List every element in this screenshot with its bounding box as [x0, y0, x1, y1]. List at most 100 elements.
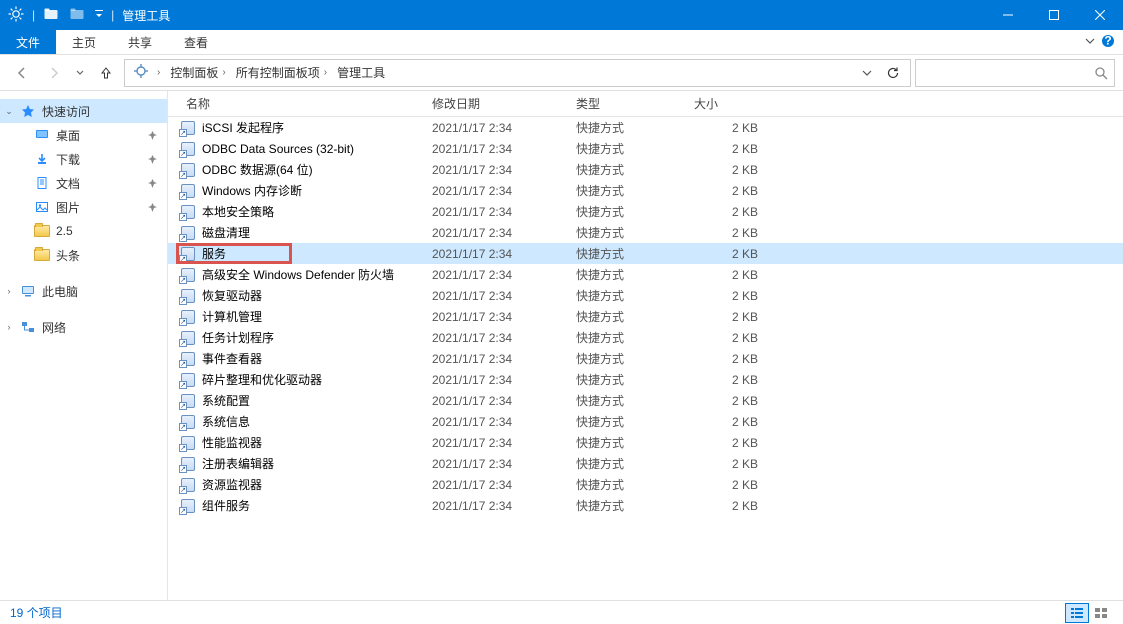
file-row[interactable]: ↗iSCSI 发起程序2021/1/17 2:34快捷方式2 KB: [168, 117, 1123, 138]
history-dropdown[interactable]: [72, 69, 88, 77]
pin-icon: [147, 130, 157, 140]
maximize-button[interactable]: [1031, 0, 1077, 30]
tab-home[interactable]: 主页: [56, 30, 112, 54]
folder-icon: [34, 223, 50, 239]
search-box[interactable]: [915, 59, 1115, 87]
help-icon[interactable]: ?: [1101, 34, 1115, 51]
back-button[interactable]: [8, 59, 36, 87]
file-name: ODBC Data Sources (32-bit): [202, 142, 354, 156]
nav-item-桌面[interactable]: 桌面: [0, 123, 167, 147]
nav-item-下载[interactable]: 下载: [0, 147, 167, 171]
file-type: 快捷方式: [576, 455, 694, 472]
file-row[interactable]: ↗Windows 内存诊断2021/1/17 2:34快捷方式2 KB: [168, 180, 1123, 201]
file-type: 快捷方式: [576, 119, 694, 136]
file-date: 2021/1/17 2:34: [432, 331, 576, 345]
view-large-icons-button[interactable]: [1089, 603, 1113, 623]
shortcut-icon: ↗: [180, 120, 196, 136]
file-row[interactable]: ↗恢复驱动器2021/1/17 2:34快捷方式2 KB: [168, 285, 1123, 306]
file-name: 恢复驱动器: [202, 287, 262, 304]
close-button[interactable]: [1077, 0, 1123, 30]
pin-icon: [147, 202, 157, 212]
file-row[interactable]: ↗本地安全策略2021/1/17 2:34快捷方式2 KB: [168, 201, 1123, 222]
file-row[interactable]: ↗服务2021/1/17 2:34快捷方式2 KB: [168, 243, 1123, 264]
chevron-right-icon[interactable]: ›: [222, 67, 225, 78]
column-type[interactable]: 类型: [576, 95, 694, 112]
nav-item-2.5[interactable]: 2.5: [0, 219, 167, 243]
tab-file[interactable]: 文件: [0, 30, 56, 54]
file-date: 2021/1/17 2:34: [432, 226, 576, 240]
file-date: 2021/1/17 2:34: [432, 289, 576, 303]
file-date: 2021/1/17 2:34: [432, 268, 576, 282]
file-name: 资源监视器: [202, 476, 262, 493]
file-name: Windows 内存诊断: [202, 182, 302, 199]
file-row[interactable]: ↗系统配置2021/1/17 2:34快捷方式2 KB: [168, 390, 1123, 411]
minimize-button[interactable]: [985, 0, 1031, 30]
column-headers: 名称 修改日期 类型 大小: [168, 91, 1123, 117]
content-area: 名称 修改日期 类型 大小 ↗iSCSI 发起程序2021/1/17 2:34快…: [168, 91, 1123, 600]
nav-quick-access[interactable]: ⌄ 快速访问: [0, 99, 167, 123]
file-name: 任务计划程序: [202, 329, 274, 346]
file-name: 系统信息: [202, 413, 250, 430]
nav-this-pc[interactable]: › 此电脑: [0, 279, 167, 303]
shortcut-icon: ↗: [180, 393, 196, 409]
file-row[interactable]: ↗计算机管理2021/1/17 2:34快捷方式2 KB: [168, 306, 1123, 327]
address-dropdown[interactable]: [854, 60, 880, 86]
file-name: 注册表编辑器: [202, 455, 274, 472]
chevron-right-icon[interactable]: ›: [324, 67, 327, 78]
up-button[interactable]: [92, 59, 120, 87]
file-date: 2021/1/17 2:34: [432, 478, 576, 492]
file-row[interactable]: ↗事件查看器2021/1/17 2:34快捷方式2 KB: [168, 348, 1123, 369]
nav-item-图片[interactable]: 图片: [0, 195, 167, 219]
file-row[interactable]: ↗ODBC 数据源(64 位)2021/1/17 2:34快捷方式2 KB: [168, 159, 1123, 180]
shortcut-icon: ↗: [180, 477, 196, 493]
file-row[interactable]: ↗碎片整理和优化驱动器2021/1/17 2:34快捷方式2 KB: [168, 369, 1123, 390]
nav-item-头条[interactable]: 头条: [0, 243, 167, 267]
file-row[interactable]: ↗ODBC Data Sources (32-bit)2021/1/17 2:3…: [168, 138, 1123, 159]
file-row[interactable]: ↗组件服务2021/1/17 2:34快捷方式2 KB: [168, 495, 1123, 516]
qat-folder-icon[interactable]: [39, 6, 63, 25]
nav-network[interactable]: › 网络: [0, 315, 167, 339]
file-size: 2 KB: [694, 142, 764, 156]
refresh-button[interactable]: [880, 60, 906, 86]
status-bar: 19 个项目: [0, 600, 1123, 624]
file-type: 快捷方式: [576, 140, 694, 157]
search-input[interactable]: [922, 66, 1094, 80]
nav-label: 快速访问: [42, 103, 90, 120]
crumb-all-items[interactable]: 所有控制面板项›: [232, 64, 331, 81]
address-bar[interactable]: › 控制面板› 所有控制面板项› 管理工具: [124, 59, 911, 87]
view-details-button[interactable]: [1065, 603, 1089, 623]
tab-view[interactable]: 查看: [168, 30, 224, 54]
file-size: 2 KB: [694, 436, 764, 450]
nav-item-label: 图片: [56, 199, 80, 216]
file-name: 性能监视器: [202, 434, 262, 451]
column-name[interactable]: 名称: [180, 95, 432, 112]
crumb-admin-tools[interactable]: 管理工具: [333, 64, 389, 81]
search-icon[interactable]: [1094, 66, 1108, 80]
tab-share[interactable]: 共享: [112, 30, 168, 54]
file-row[interactable]: ↗高级安全 Windows Defender 防火墙2021/1/17 2:34…: [168, 264, 1123, 285]
expand-icon[interactable]: ›: [4, 322, 14, 332]
file-row[interactable]: ↗性能监视器2021/1/17 2:34快捷方式2 KB: [168, 432, 1123, 453]
file-row[interactable]: ↗资源监视器2021/1/17 2:34快捷方式2 KB: [168, 474, 1123, 495]
file-type: 快捷方式: [576, 182, 694, 199]
file-type: 快捷方式: [576, 224, 694, 241]
nav-item-文档[interactable]: 文档: [0, 171, 167, 195]
file-list[interactable]: ↗iSCSI 发起程序2021/1/17 2:34快捷方式2 KB↗ODBC D…: [168, 117, 1123, 600]
expand-icon[interactable]: ›: [4, 286, 14, 296]
qat-dropdown-icon[interactable]: [91, 6, 107, 25]
file-row[interactable]: ↗注册表编辑器2021/1/17 2:34快捷方式2 KB: [168, 453, 1123, 474]
file-row[interactable]: ↗磁盘清理2021/1/17 2:34快捷方式2 KB: [168, 222, 1123, 243]
collapse-icon[interactable]: ⌄: [4, 106, 14, 117]
crumb-control-panel[interactable]: 控制面板›: [166, 64, 229, 81]
file-type: 快捷方式: [576, 413, 694, 430]
qat-folder2-icon[interactable]: [65, 6, 89, 25]
column-size[interactable]: 大小: [694, 95, 764, 112]
column-date[interactable]: 修改日期: [432, 95, 576, 112]
file-name: 高级安全 Windows Defender 防火墙: [202, 266, 394, 283]
ribbon-expand-icon[interactable]: [1085, 35, 1095, 49]
file-type: 快捷方式: [576, 245, 694, 262]
forward-button[interactable]: [40, 59, 68, 87]
chevron-right-icon[interactable]: ›: [157, 67, 160, 78]
file-row[interactable]: ↗系统信息2021/1/17 2:34快捷方式2 KB: [168, 411, 1123, 432]
file-row[interactable]: ↗任务计划程序2021/1/17 2:34快捷方式2 KB: [168, 327, 1123, 348]
